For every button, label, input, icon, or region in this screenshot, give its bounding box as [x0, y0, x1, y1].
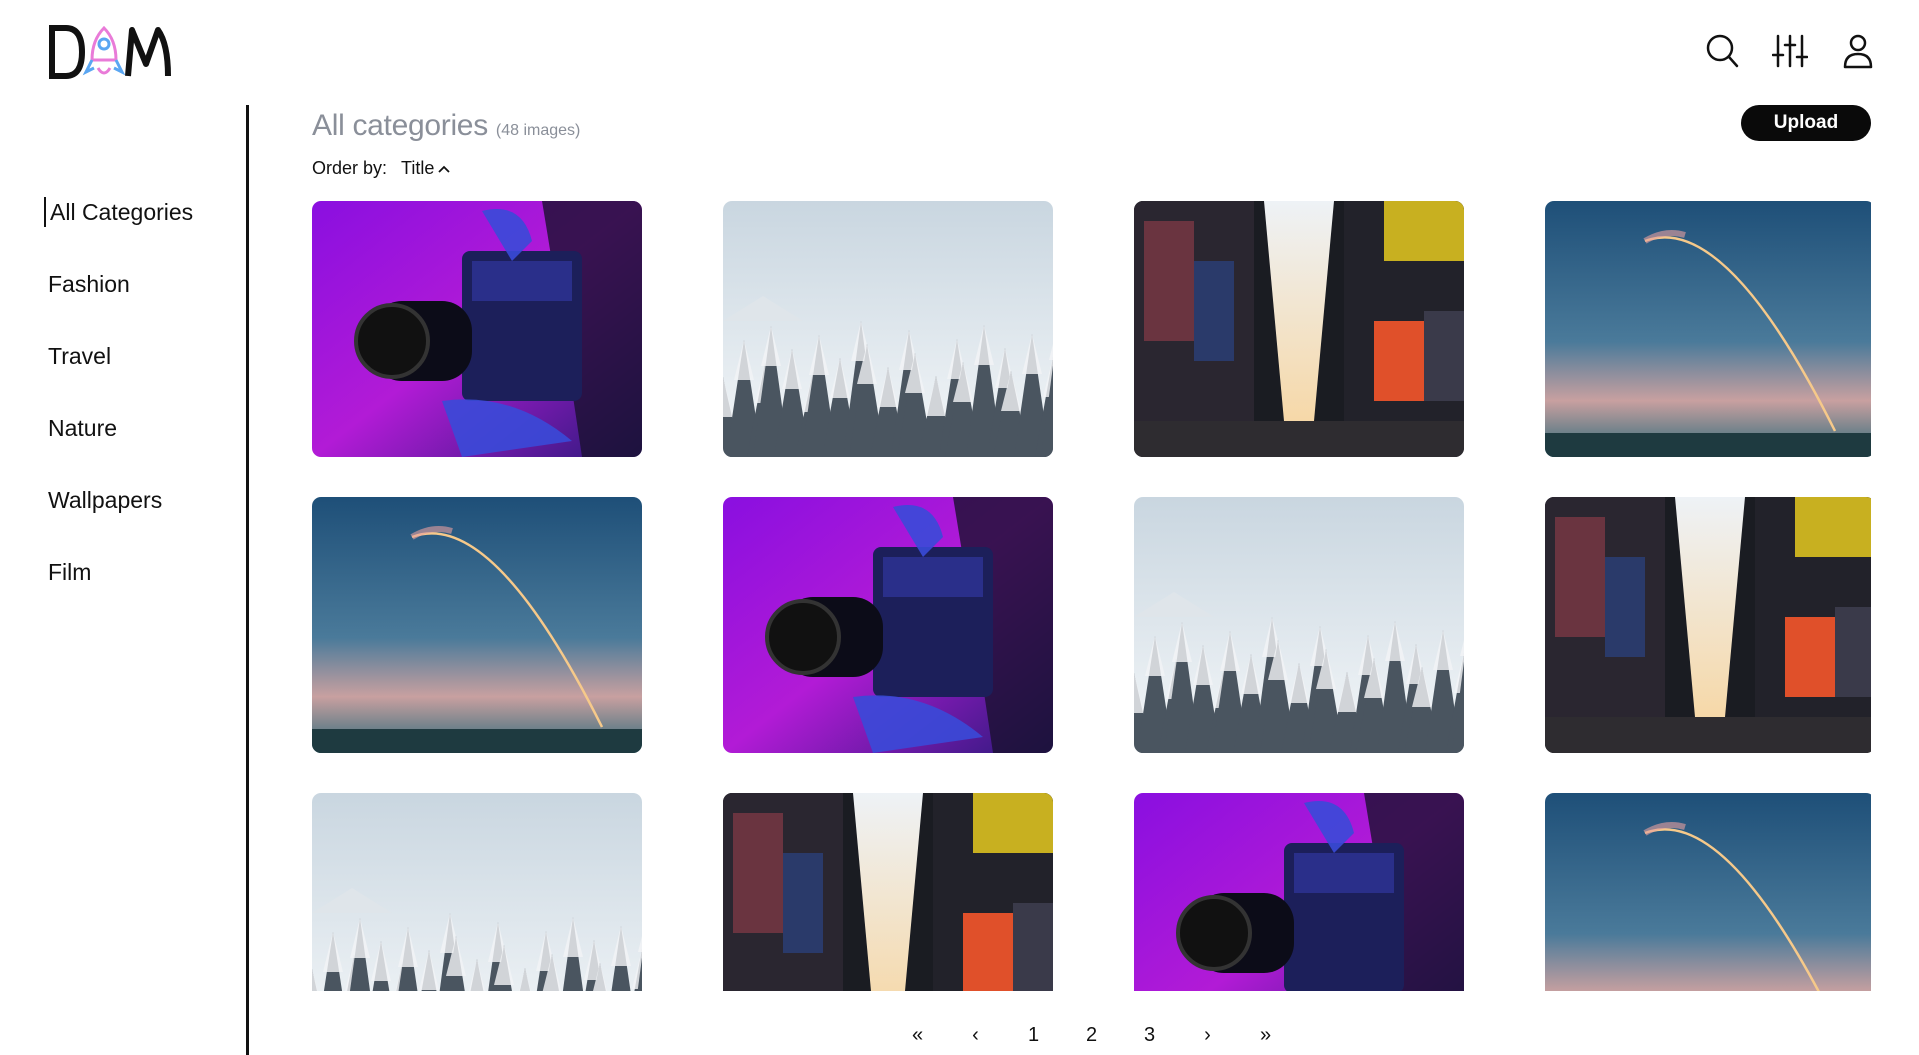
sidebar-item-film[interactable]: Film [48, 557, 193, 629]
gallery-image-camera[interactable] [723, 497, 1053, 753]
sidebar-item-nature[interactable]: Nature [48, 413, 193, 485]
pagination: « ‹ 1 2 3 › » [312, 1024, 1871, 1047]
dam-logo[interactable] [48, 24, 178, 80]
gallery-image-camera[interactable] [1134, 793, 1464, 991]
gallery-image-camera[interactable] [312, 201, 642, 457]
search-icon[interactable] [1703, 30, 1741, 72]
gallery-image-forest[interactable] [1134, 497, 1464, 753]
gallery-image-forest[interactable] [312, 793, 642, 991]
page-1[interactable]: 1 [1005, 1024, 1063, 1047]
sidebar-item-fashion[interactable]: Fashion [48, 269, 193, 341]
gallery-image-rocket[interactable] [1545, 793, 1871, 991]
filter-sliders-icon[interactable] [1771, 30, 1809, 72]
gallery-main: All categories (48 images) Upload Order … [312, 105, 1871, 1055]
order-by-select[interactable]: Title [401, 158, 451, 179]
order-by: Order by: Title [312, 158, 451, 179]
page-2[interactable]: 2 [1063, 1024, 1121, 1047]
image-count: (48 images) [495, 122, 581, 139]
user-icon[interactable] [1839, 30, 1877, 72]
gallery-image-city[interactable] [1545, 497, 1871, 753]
sidebar-item-travel[interactable]: Travel [48, 341, 193, 413]
order-by-label: Order by: [312, 158, 388, 178]
last-page-icon[interactable]: » [1237, 1024, 1295, 1047]
order-by-value: Title [401, 158, 435, 178]
sidebar-item-all-categories[interactable]: All Categories [44, 197, 193, 227]
gallery-image-rocket[interactable] [312, 497, 642, 753]
category-nav: All Categories Fashion Travel Nature Wal… [44, 197, 193, 629]
page-3[interactable]: 3 [1121, 1024, 1179, 1047]
page-header: All categories (48 images) [312, 109, 580, 143]
gallery-image-city[interactable] [723, 793, 1053, 991]
category-sidebar: All Categories Fashion Travel Nature Wal… [0, 105, 249, 1055]
gallery-image-city[interactable] [1134, 201, 1464, 457]
sidebar-item-wallpapers[interactable]: Wallpapers [48, 485, 193, 557]
chevron-up-icon [438, 165, 451, 173]
previous-page-icon[interactable]: ‹ [947, 1024, 1005, 1047]
gallery-image-forest[interactable] [723, 201, 1053, 457]
gallery-image-rocket[interactable] [1545, 201, 1871, 457]
upload-button[interactable]: Upload [1741, 105, 1871, 141]
first-page-icon[interactable]: « [889, 1024, 947, 1047]
page-title: All categories [312, 109, 488, 142]
image-grid [312, 201, 1871, 991]
next-page-icon[interactable]: › [1179, 1024, 1237, 1047]
